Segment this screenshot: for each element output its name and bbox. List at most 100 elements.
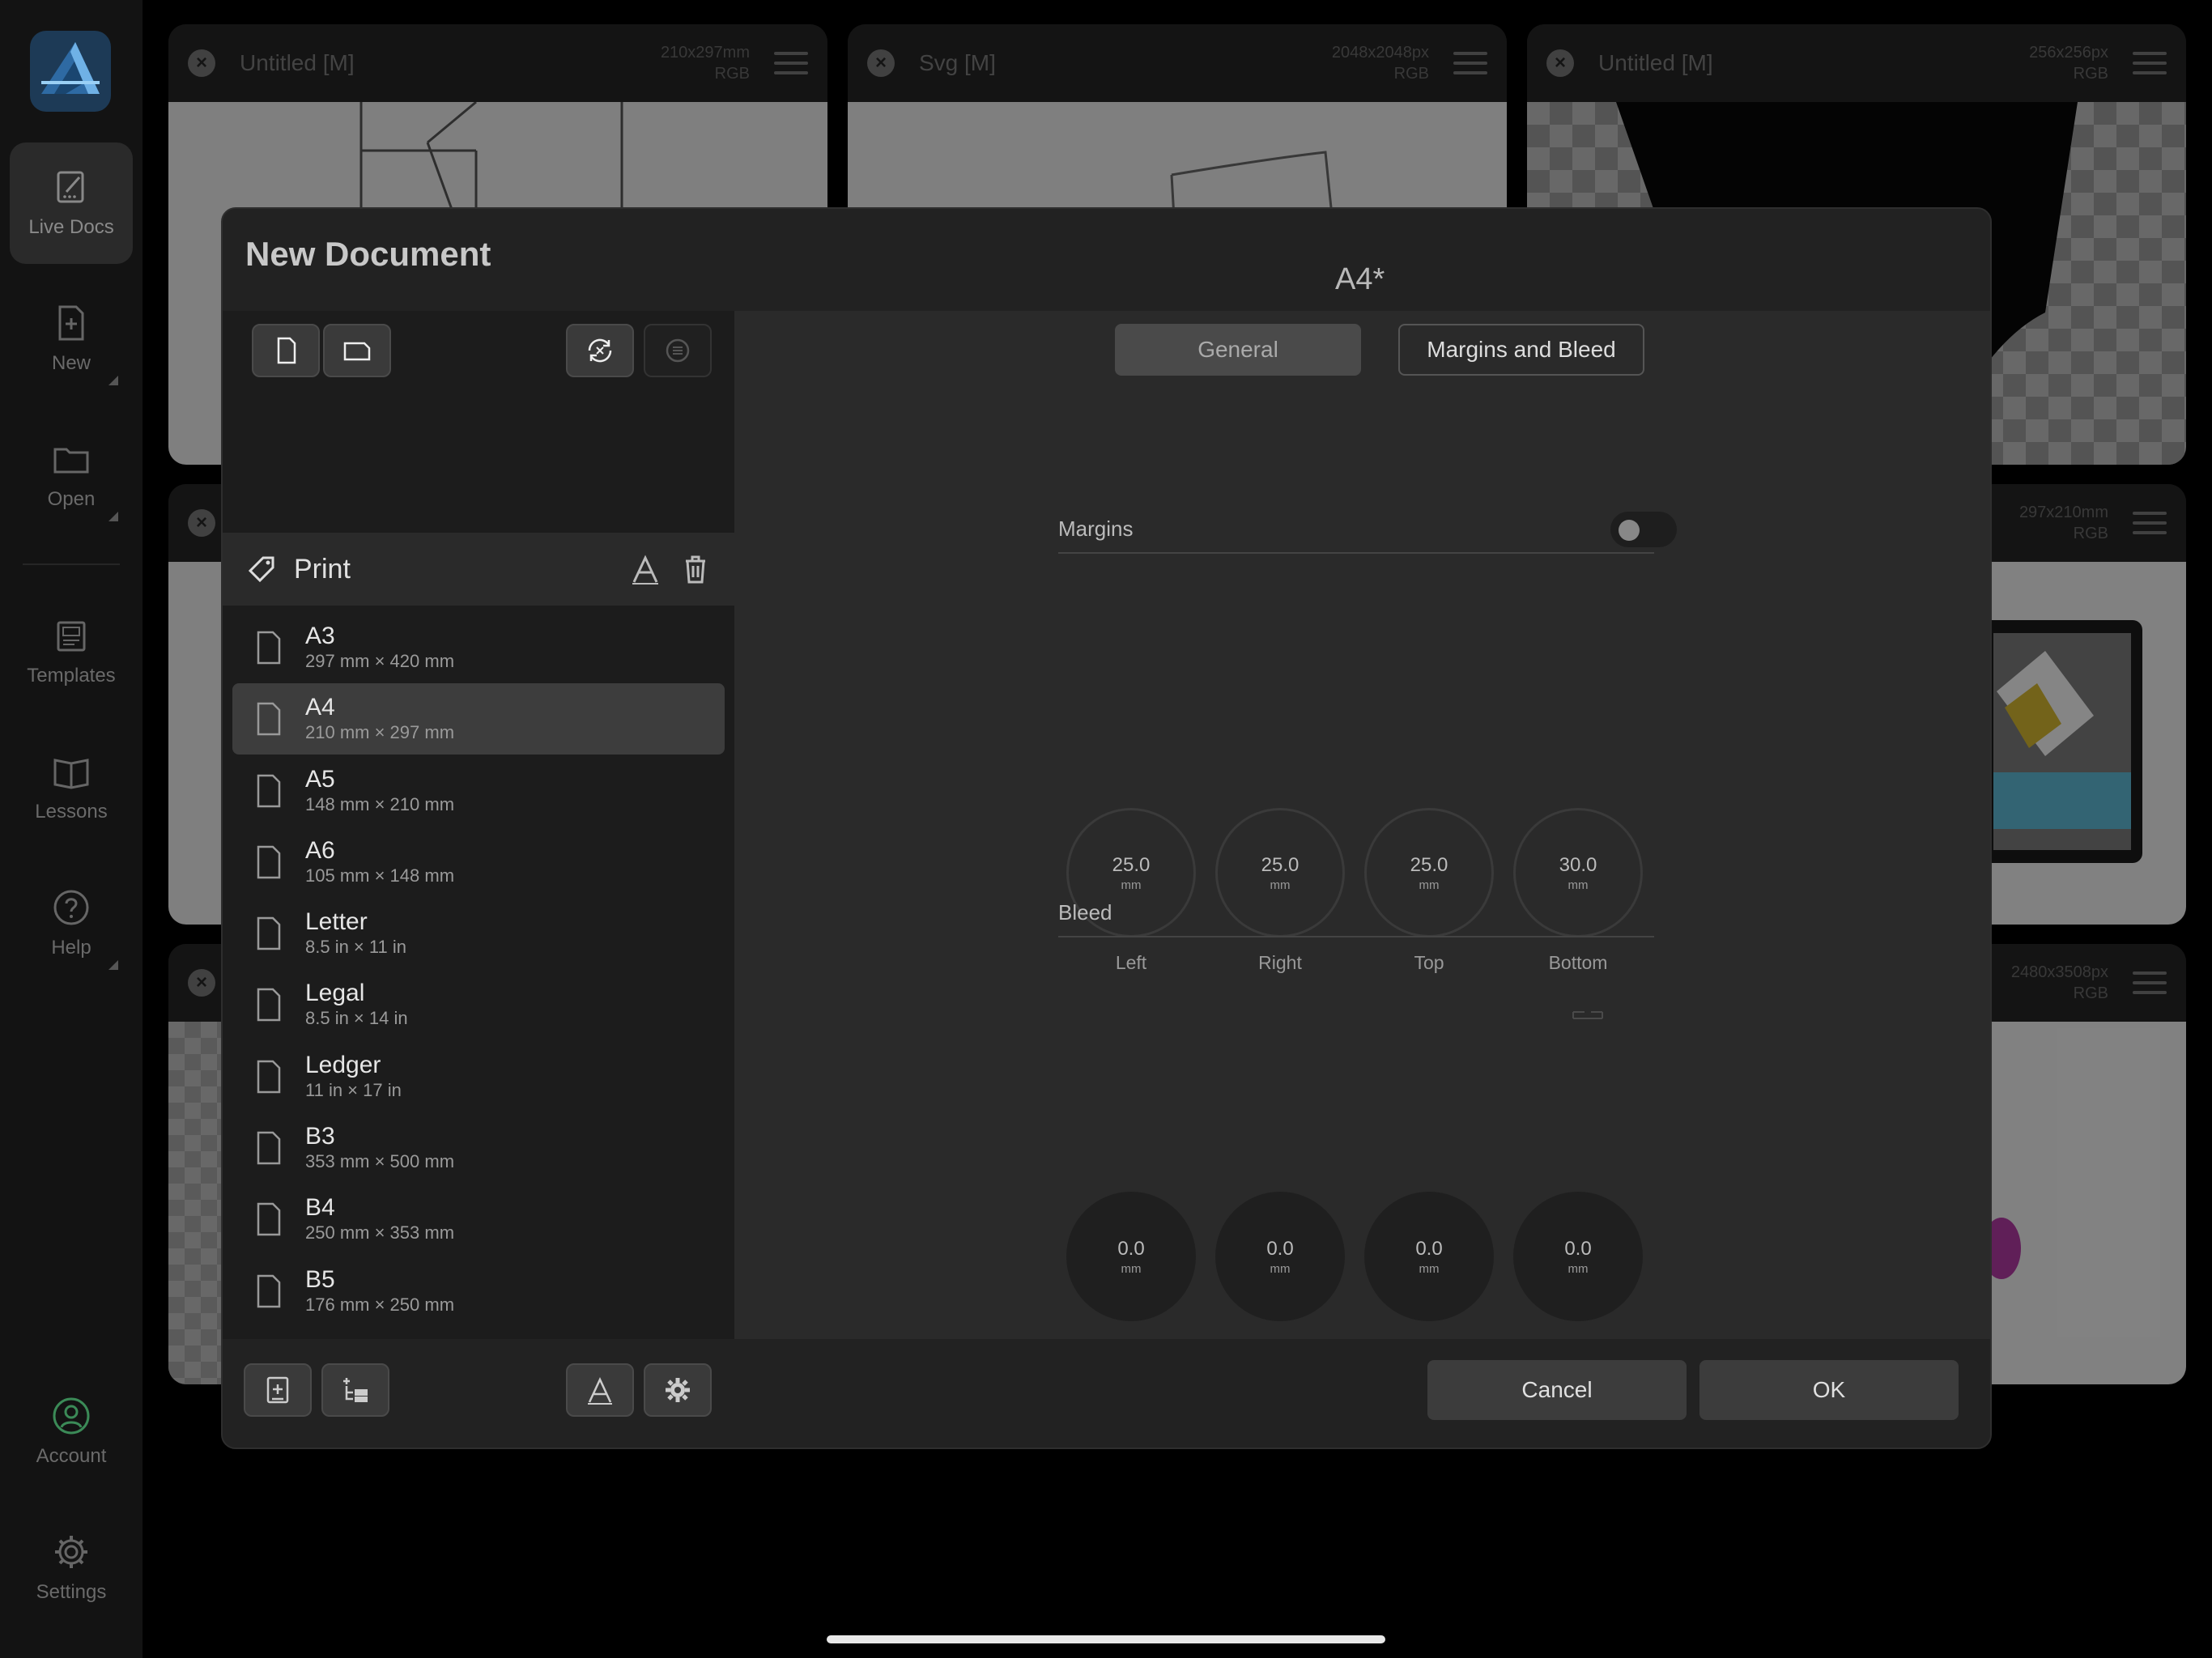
preset-settings-button[interactable] (644, 1363, 712, 1417)
expand-corner-icon (108, 960, 118, 970)
margins-toggle[interactable] (1610, 512, 1677, 547)
preset-item-ledger[interactable]: Ledger 11 in × 17 in (232, 1041, 725, 1112)
tab-general[interactable]: General (1115, 324, 1361, 376)
dial-label: Right (1258, 952, 1302, 973)
sidebar-item-new[interactable]: New (10, 278, 133, 400)
preset-size: 8.5 in × 14 in (305, 1008, 408, 1029)
tab-margins-and-bleed[interactable]: Margins and Bleed (1398, 324, 1644, 376)
page-icon (257, 1060, 281, 1094)
dial-label: Bottom (1548, 952, 1608, 973)
dial-value: 25.0 (1261, 853, 1300, 876)
portrait-page-icon (277, 337, 296, 364)
preset-category-header[interactable]: Print (223, 533, 734, 606)
sidebar-item-live-docs[interactable]: Live Docs (10, 142, 133, 264)
dialog-title: New Document (245, 235, 491, 273)
cancel-button[interactable]: Cancel (1427, 1360, 1687, 1420)
trash-icon[interactable] (679, 553, 712, 585)
folder-icon (53, 448, 89, 474)
preset-item-b5[interactable]: B5 176 mm × 250 mm (232, 1256, 725, 1327)
page-icon (257, 1274, 281, 1307)
sidebar-item-label: Help (51, 937, 91, 959)
portrait-button[interactable] (252, 324, 320, 377)
preset-item-letter[interactable]: Letter 8.5 in × 11 in (232, 898, 725, 969)
page-icon (257, 774, 281, 807)
add-preset-button[interactable] (244, 1363, 312, 1417)
margins-bottom-dial[interactable]: 30.0 mm (1513, 808, 1643, 937)
add-category-button[interactable] (321, 1363, 389, 1417)
sidebar-item-settings[interactable]: Settings (10, 1507, 133, 1629)
help-icon (53, 890, 89, 925)
preset-size: 8.5 in × 11 in (305, 937, 406, 958)
preset-size: 148 mm × 210 mm (305, 793, 455, 814)
preset-item-a6[interactable]: A6 105 mm × 148 mm (232, 827, 725, 898)
preset-panel: Print A3 297 mm × 420 mm A4 210 mm × 297 mm… (223, 311, 734, 1386)
preset-name: Ledger (305, 1051, 381, 1078)
home-indicator[interactable] (827, 1635, 1385, 1643)
landscape-page-icon (343, 342, 371, 361)
preset-item-a4[interactable]: A4 210 mm × 297 mm (232, 683, 725, 755)
book-icon (53, 759, 89, 789)
preset-item-legal[interactable]: Legal 8.5 in × 14 in (232, 969, 725, 1040)
page-icon (257, 988, 281, 1022)
margins-right-dial[interactable]: 25.0 mm (1215, 808, 1345, 937)
new-doc-icon (58, 305, 84, 341)
sidebar-item-templates[interactable]: Templates (10, 591, 133, 712)
bleed-top-dial[interactable]: 0.0 mm (1364, 1192, 1494, 1321)
margins-label: Margins (1058, 517, 1134, 541)
preset-size: 353 mm × 500 mm (305, 1151, 455, 1172)
category-tag-icon (248, 556, 274, 583)
sidebar-item-lessons[interactable]: Lessons (10, 727, 133, 848)
bleed-bottom-dial[interactable]: 0.0 mm (1513, 1192, 1643, 1321)
dial-unit: mm (1270, 878, 1291, 892)
sidebar-item-label: Templates (27, 665, 116, 687)
ok-button[interactable]: OK (1699, 1360, 1959, 1420)
bleed-right-dial[interactable]: 0.0 mm (1215, 1192, 1345, 1321)
bleed-left-dial[interactable]: 0.0 mm (1066, 1192, 1196, 1321)
preset-name: B3 (305, 1123, 335, 1150)
sidebar-item-label: Lessons (35, 801, 108, 823)
preset-name: A4* (1335, 262, 1385, 296)
margins-divider (1058, 552, 1654, 554)
dial-unit: mm (1270, 1261, 1291, 1276)
dial-value: 30.0 (1559, 853, 1597, 876)
preset-size: 250 mm × 353 mm (305, 1222, 455, 1244)
preset-name: A6 (305, 836, 335, 864)
preset-size: 210 mm × 297 mm (305, 722, 455, 743)
dial-unit: mm (1121, 1261, 1142, 1276)
preset-size: 11 in × 17 in (305, 1079, 402, 1100)
edit-preset-icon[interactable] (629, 553, 661, 585)
rename-preset-button[interactable] (566, 1363, 634, 1417)
sidebar-item-label: New (51, 352, 91, 374)
dial-value: 25.0 (1112, 853, 1151, 876)
dial-value: 0.0 (1117, 1237, 1145, 1260)
sidebar-item-open[interactable]: Open (10, 414, 133, 536)
preset-name: A5 (305, 765, 335, 793)
margins-top-dial[interactable]: 25.0 mm (1364, 808, 1494, 937)
page-icon (257, 1131, 281, 1165)
expand-corner-icon (108, 512, 118, 521)
page-icon (257, 845, 281, 879)
dial-label: Top (1414, 952, 1444, 973)
sidebar-item-label: Open (47, 488, 96, 510)
page-icon (257, 916, 281, 950)
preset-item-b4[interactable]: B4 250 mm × 353 mm (232, 1184, 725, 1255)
dialog-footer: Cancel OK (223, 1339, 1990, 1448)
landscape-button[interactable] (323, 324, 391, 377)
account-icon (53, 1397, 90, 1435)
dial-label: Left (1115, 952, 1147, 973)
expand-corner-icon (108, 376, 118, 385)
preset-item-a3[interactable]: A3 297 mm × 420 mm (232, 612, 725, 683)
sidebar-item-account[interactable]: Account (10, 1371, 133, 1493)
link-margins-icon[interactable] (1570, 1005, 1606, 1025)
dial-unit: mm (1568, 1261, 1589, 1276)
preset-item-b3[interactable]: B3 353 mm × 500 mm (232, 1112, 725, 1184)
preset-item-a5[interactable]: A5 148 mm × 210 mm (232, 755, 725, 827)
new-document-dialog: New Document A4* Print A3 297 mm × 420 mm… (221, 207, 1992, 1449)
sync-options-button[interactable] (644, 324, 712, 377)
category-title: Print (294, 553, 351, 585)
sidebar-item-help[interactable]: Help (10, 863, 133, 984)
sidebar-item-label: Settings (36, 1581, 107, 1603)
sync-settings-icon (666, 338, 690, 363)
sync-preset-button[interactable] (566, 324, 634, 377)
preset-size: 297 mm × 420 mm (305, 651, 455, 671)
